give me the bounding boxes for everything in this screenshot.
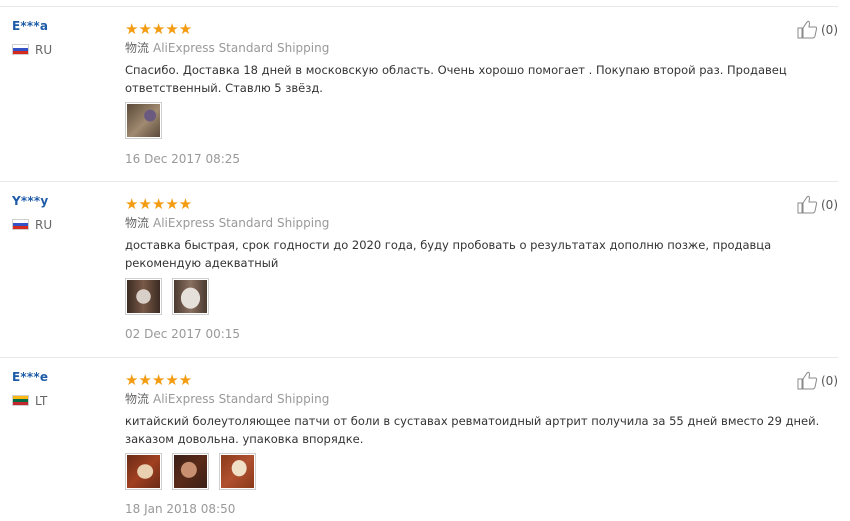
thumbs-up-icon [797, 371, 818, 390]
review-photo-thumbnail[interactable] [125, 453, 162, 490]
thumbs-up-icon [797, 20, 818, 39]
helpful-count: (0) [821, 197, 838, 212]
shipping-method: AliExpress Standard Shipping [153, 41, 330, 55]
reviewer-name[interactable]: E***e [12, 370, 48, 384]
shipping-method: AliExpress Standard Shipping [153, 216, 330, 230]
review-text: доставка быстрая, срок годности до 2020 … [125, 238, 772, 270]
review-date: 02 Dec 2017 00:15 [125, 327, 241, 341]
review-date: 18 Jan 2018 08:50 [125, 502, 236, 516]
shipping-info: 物流 AliExpress Standard Shipping [125, 39, 329, 56]
reviewer-name[interactable]: Y***y [12, 194, 48, 208]
helpful-button[interactable]: (0) [797, 371, 838, 390]
reviewer-name[interactable]: E***a [12, 19, 48, 33]
reviewer-country: LT [12, 394, 47, 408]
shipping-info: 物流 AliExpress Standard Shipping [125, 390, 329, 407]
review-item: Y***y RU ★★★★★ 物流 AliExpress Standard Shi… [0, 181, 850, 358]
review-text: Спасибо. Доставка 18 дней в московскую о… [125, 63, 787, 95]
photo-image [127, 104, 160, 137]
review-photo-thumbnail[interactable] [219, 453, 257, 490]
helpful-count: (0) [821, 373, 838, 388]
reviewer-country: RU [12, 218, 52, 232]
star-rating: ★★★★★ [125, 19, 193, 38]
country-code: LT [35, 394, 48, 408]
photo-image [221, 455, 255, 488]
helpful-count: (0) [821, 22, 838, 37]
country-code: RU [35, 43, 53, 57]
flag-ru-icon [12, 219, 29, 230]
thumbs-up-icon [797, 195, 818, 214]
five-star-icons: ★★★★★ [125, 20, 193, 38]
star-rating: ★★★★★ [125, 370, 193, 389]
five-star-icons: ★★★★★ [125, 371, 193, 389]
flag-lt-icon [12, 395, 29, 406]
review-text: китайский болеутоляющее патчи от боли в … [125, 414, 820, 446]
photo-image [174, 280, 208, 313]
five-star-icons: ★★★★★ [125, 195, 193, 213]
helpful-button[interactable]: (0) [797, 195, 838, 214]
country-code: RU [35, 218, 53, 232]
flag-ru-icon [12, 44, 29, 55]
review-date: 16 Dec 2017 08:25 [125, 152, 241, 166]
shipping-label: 物流 [125, 41, 150, 55]
helpful-button[interactable]: (0) [797, 20, 838, 39]
review-item: E***a RU ★★★★★ 物流 AliExpress Standard Shi… [0, 0, 850, 182]
photo-image [127, 455, 160, 488]
review-photo-thumbnail[interactable] [125, 102, 162, 139]
star-rating: ★★★★★ [125, 194, 193, 213]
shipping-method: AliExpress Standard Shipping [153, 392, 330, 406]
shipping-label: 物流 [125, 216, 150, 230]
photo-image [127, 280, 160, 313]
photo-image [174, 455, 208, 488]
reviewer-country: RU [12, 43, 52, 57]
review-photos [125, 102, 167, 139]
review-photo-thumbnail[interactable] [172, 453, 210, 490]
review-photo-thumbnail[interactable] [172, 278, 210, 315]
shipping-label: 物流 [125, 392, 150, 406]
shipping-info: 物流 AliExpress Standard Shipping [125, 214, 329, 231]
review-photos [125, 453, 261, 490]
review-item: E***e LT ★★★★★ 物流 AliExpress Standard Shi… [0, 357, 850, 521]
review-photos [125, 278, 214, 315]
review-photo-thumbnail[interactable] [125, 278, 162, 315]
